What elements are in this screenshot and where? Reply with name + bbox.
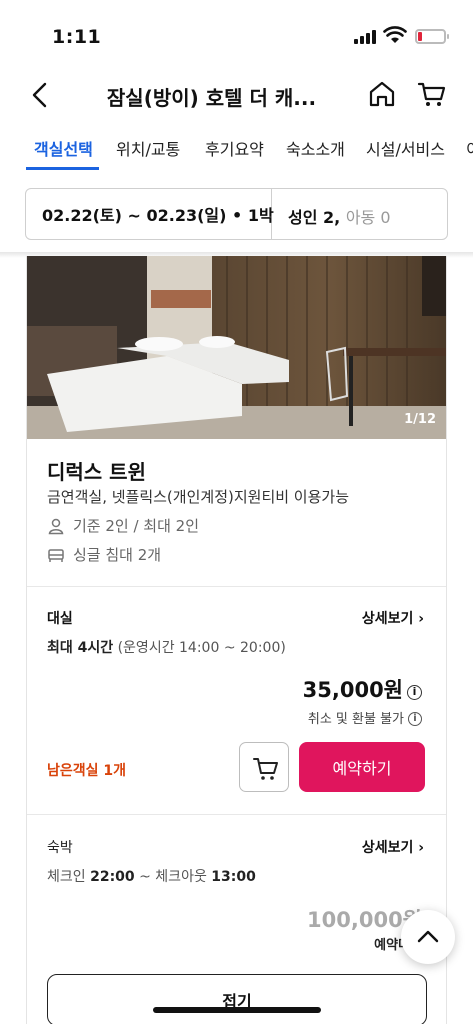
day-use-title: 대실 bbox=[47, 611, 73, 627]
stay-detail-link[interactable]: 상세보기 › bbox=[362, 837, 424, 857]
tab-facilities[interactable]: 시설/서비스 bbox=[366, 136, 445, 160]
day-use-max-hours: 최대 4시간 bbox=[47, 640, 114, 656]
checkin-time: 22:00 bbox=[90, 869, 135, 885]
checkout-time: 13:00 bbox=[211, 869, 256, 885]
room-photo-illustration bbox=[27, 256, 446, 439]
home-indicator bbox=[153, 1007, 321, 1013]
capacity-text: 기준 2인 / 최대 2인 bbox=[73, 517, 200, 535]
divider bbox=[27, 814, 446, 815]
room-card: 1/12 디럭스 트윈 금연객실, 넷플릭스(개인계정)지원티비 이용가능 기준… bbox=[26, 256, 447, 1024]
stay-detail-label: 상세보기 bbox=[361, 840, 414, 856]
bed-icon bbox=[48, 548, 64, 562]
capacity-row: 기준 2인 / 최대 2인 bbox=[47, 515, 199, 536]
checkin-label: 체크인 bbox=[47, 869, 86, 885]
fold-button[interactable]: 접기 bbox=[47, 974, 427, 1024]
tab-about[interactable]: 숙소소개 bbox=[286, 136, 345, 160]
home-icon[interactable] bbox=[366, 78, 398, 110]
info-icon[interactable]: i bbox=[407, 685, 422, 700]
add-to-cart-button[interactable] bbox=[239, 742, 289, 792]
stay-checkin-times: 체크인 22:00 ~ 체크아웃 13:00 bbox=[47, 866, 256, 886]
tab-more[interactable]: 이 bbox=[466, 136, 473, 160]
wifi-icon bbox=[383, 26, 407, 43]
day-use-operating-hours: (운영시간 14:00 ~ 20:00) bbox=[117, 640, 286, 656]
reserve-button[interactable]: 예약하기 bbox=[299, 742, 425, 792]
children-count: 아동 0 bbox=[345, 208, 391, 227]
status-bar: 1:11 bbox=[0, 0, 473, 70]
tab-location[interactable]: 위치/교통 bbox=[116, 136, 180, 160]
search-filter: 02.22(토) ~ 02.23(일) • 1박 성인 2, 아동 0 bbox=[25, 188, 448, 240]
cellular-signal-icon bbox=[354, 29, 376, 44]
tab-bar: 객실선택 위치/교통 후기요약 숙소소개 시설/서비스 이 bbox=[0, 126, 473, 172]
chevron-up-icon bbox=[417, 930, 439, 943]
nav-bar: 잠실(방이) 호텔 더 캐... bbox=[0, 70, 473, 120]
adults-count: 성인 2, bbox=[288, 208, 341, 227]
checkout-label: ~ 체크아웃 bbox=[139, 869, 207, 885]
refund-info-icon[interactable]: i bbox=[408, 712, 422, 726]
tab-room-select[interactable]: 객실선택 bbox=[34, 136, 93, 160]
cart-icon[interactable] bbox=[416, 78, 448, 110]
day-use-price: 35,000원 bbox=[302, 678, 403, 702]
bed-text: 싱글 침대 2개 bbox=[73, 546, 162, 564]
day-use-hours: 최대 4시간 (운영시간 14:00 ~ 20:00) bbox=[47, 637, 286, 657]
battery-icon bbox=[415, 29, 449, 44]
day-use-price-row: 35,000원 i bbox=[303, 674, 422, 704]
date-selector[interactable]: 02.22(토) ~ 02.23(일) • 1박 bbox=[26, 189, 274, 239]
battery-level bbox=[418, 32, 422, 41]
bed-row: 싱글 침대 2개 bbox=[47, 544, 161, 565]
status-time: 1:11 bbox=[52, 26, 102, 48]
page-title: 잠실(방이) 호텔 더 캐... bbox=[106, 86, 317, 110]
rooms-left-badge: 남은객실 1개 bbox=[47, 763, 127, 779]
guest-selector[interactable]: 성인 2, 아동 0 bbox=[288, 204, 391, 228]
scroll-to-top-button[interactable] bbox=[401, 910, 455, 964]
active-tab-indicator bbox=[26, 167, 99, 170]
back-button[interactable] bbox=[24, 78, 58, 112]
refund-policy-text: 취소 및 환불 불가 bbox=[307, 712, 404, 727]
photo-counter: 1/12 bbox=[404, 412, 436, 427]
tab-review-summary[interactable]: 후기요약 bbox=[205, 136, 264, 160]
room-photo[interactable]: 1/12 bbox=[27, 256, 446, 439]
stay-title: 숙박 bbox=[47, 840, 73, 856]
day-use-detail-label: 상세보기 bbox=[361, 611, 414, 627]
refund-policy: 취소 및 환불 불가 i bbox=[308, 708, 422, 727]
day-use-detail-link[interactable]: 상세보기 › bbox=[362, 608, 424, 628]
room-description: 금연객실, 넷플릭스(개인계정)지원티비 이용가능 bbox=[47, 488, 350, 506]
divider bbox=[27, 586, 446, 587]
chevron-right-icon: › bbox=[418, 611, 424, 627]
chevron-right-icon: › bbox=[418, 840, 424, 856]
room-name: 디럭스 트윈 bbox=[47, 460, 146, 484]
cart-icon bbox=[253, 758, 278, 780]
person-icon bbox=[48, 518, 64, 534]
